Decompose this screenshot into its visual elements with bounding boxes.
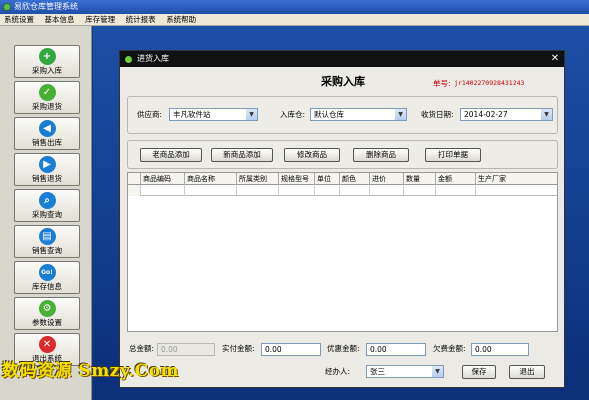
warehouse-select[interactable]: 默认仓库 ▼ bbox=[310, 108, 407, 121]
menu-item-help[interactable]: 系统帮助 bbox=[162, 14, 200, 26]
discount-amount-field[interactable]: 0.00 bbox=[366, 343, 426, 356]
table-cell[interactable] bbox=[237, 185, 279, 196]
table-cell[interactable] bbox=[279, 185, 315, 196]
arrow-left-icon: ◀ bbox=[38, 120, 56, 137]
sidebar-sales-out-button[interactable]: ◀ 销售出库 bbox=[14, 117, 80, 150]
sidebar-sales-return-button[interactable]: ▶ 销售退货 bbox=[14, 153, 80, 186]
app-title-bar: 易欣仓库管理系统 bbox=[0, 0, 589, 14]
column-header[interactable]: 颜色 bbox=[340, 173, 370, 185]
table-cell[interactable] bbox=[370, 185, 404, 196]
plus-icon: + bbox=[38, 48, 56, 65]
exit-button[interactable]: 退出 bbox=[509, 365, 545, 379]
discount-amount-label: 优惠金额: bbox=[327, 344, 360, 353]
paid-amount-label: 实付金额: bbox=[222, 344, 255, 353]
sidebar: + 采购入库 ✓ 采购退货 ◀ 销售出库 ▶ 销售退货 ⌕ 采购查询 ▤ 销售查… bbox=[0, 26, 92, 400]
chevron-down-icon: ▼ bbox=[541, 109, 552, 120]
owed-amount-label: 欠费金额: bbox=[433, 344, 466, 353]
menu-bar: 系统设置 基本信息 库存管理 统计报表 系统帮助 bbox=[0, 14, 589, 26]
gear-icon: ⚙ bbox=[38, 300, 56, 317]
edit-product-button[interactable]: 修改商品 bbox=[284, 148, 340, 162]
menu-item-reports[interactable]: 统计报表 bbox=[122, 14, 160, 26]
sidebar-sales-query-button[interactable]: ▤ 销售查询 bbox=[14, 225, 80, 258]
menu-item-basic-info[interactable]: 基本信息 bbox=[41, 14, 79, 26]
document-icon: ▤ bbox=[38, 228, 56, 245]
dialog-close-icon[interactable]: ✕ bbox=[549, 53, 561, 65]
row-header bbox=[128, 185, 141, 196]
supplier-label: 供应商: bbox=[137, 110, 163, 119]
column-header[interactable]: 金额 bbox=[436, 173, 476, 185]
watermark: 数码资源 Smzy.Com bbox=[2, 361, 180, 381]
supplier-select[interactable]: 丰凡软件站 ▼ bbox=[169, 108, 258, 121]
order-number: jr1402270928431243 bbox=[454, 79, 525, 87]
dialog-title: 进货入库 bbox=[137, 54, 169, 63]
header-fields-group: 供应商: 丰凡软件站 ▼ 入库仓: 默认仓库 ▼ 收货日期: 2014-02-2… bbox=[127, 96, 558, 134]
dialog-logo-icon bbox=[125, 56, 132, 63]
column-header[interactable]: 单位 bbox=[315, 173, 340, 185]
sidebar-purchase-in-button[interactable]: + 采购入库 bbox=[14, 45, 80, 78]
table-cell[interactable] bbox=[476, 185, 559, 196]
chevron-down-icon: ▼ bbox=[395, 109, 406, 120]
app-title: 易欣仓库管理系统 bbox=[14, 2, 78, 11]
sidebar-settings-button[interactable]: ⚙ 参数设置 bbox=[14, 297, 80, 330]
receive-date-label: 收货日期: bbox=[421, 110, 454, 119]
table-cell[interactable] bbox=[436, 185, 476, 196]
handler-label: 经办人: bbox=[325, 367, 351, 376]
delete-product-button[interactable]: 删除商品 bbox=[353, 148, 409, 162]
actions-group: 老商品添加 新商品添加 修改商品 删除商品 打印单据 bbox=[127, 140, 558, 169]
column-header[interactable]: 数量 bbox=[404, 173, 436, 185]
add-old-product-button[interactable]: 老商品添加 bbox=[140, 148, 202, 162]
table-header: 商品编码 商品名称 所属类别 规格型号 单位 颜色 进价 数量 金额 生产厂家 bbox=[128, 173, 557, 185]
table-cell[interactable] bbox=[340, 185, 370, 196]
handler-select[interactable]: 张三 ▼ bbox=[366, 365, 444, 378]
check-icon: ✓ bbox=[38, 84, 56, 101]
product-table[interactable]: 商品编码 商品名称 所属类别 规格型号 单位 颜色 进价 数量 金额 生产厂家 bbox=[127, 172, 558, 332]
close-icon: ✕ bbox=[38, 336, 56, 353]
save-button[interactable]: 保存 bbox=[462, 365, 496, 379]
table-row[interactable] bbox=[128, 185, 557, 196]
add-new-product-button[interactable]: 新商品添加 bbox=[211, 148, 273, 162]
purchase-dialog: 进货入库 ✕ 采购入库 单号: jr1402270928431243 供应商: … bbox=[119, 50, 565, 388]
chevron-down-icon: ▼ bbox=[432, 366, 443, 377]
sidebar-purchase-return-button[interactable]: ✓ 采购退货 bbox=[14, 81, 80, 114]
sidebar-stock-info-button[interactable]: Go! 库存信息 bbox=[14, 261, 80, 294]
owed-amount-field[interactable]: 0.00 bbox=[471, 343, 529, 356]
print-button[interactable]: 打印单据 bbox=[425, 148, 481, 162]
dialog-title-bar: 进货入库 ✕ bbox=[120, 51, 564, 67]
column-header[interactable]: 商品编码 bbox=[141, 173, 185, 185]
column-header[interactable]: 进价 bbox=[370, 173, 404, 185]
chevron-down-icon: ▼ bbox=[246, 109, 257, 120]
play-icon: ▶ bbox=[38, 156, 56, 173]
go-icon: Go! bbox=[38, 264, 56, 281]
table-cell[interactable] bbox=[185, 185, 237, 196]
column-header[interactable]: 所属类别 bbox=[237, 173, 279, 185]
search-icon: ⌕ bbox=[38, 192, 56, 209]
table-cell[interactable] bbox=[404, 185, 436, 196]
order-number-label: 单号: bbox=[433, 79, 451, 88]
column-header[interactable]: 生产厂家 bbox=[476, 173, 559, 185]
row-header-corner bbox=[128, 173, 141, 185]
column-header[interactable]: 规格型号 bbox=[279, 173, 315, 185]
column-header[interactable]: 商品名称 bbox=[185, 173, 237, 185]
table-cell[interactable] bbox=[141, 185, 185, 196]
paid-amount-field[interactable]: 0.00 bbox=[261, 343, 321, 356]
total-amount-field: 0.00 bbox=[157, 343, 215, 356]
app-logo-icon bbox=[3, 3, 11, 11]
warehouse-label: 入库仓: bbox=[280, 110, 306, 119]
menu-item-inventory[interactable]: 库存管理 bbox=[81, 14, 119, 26]
table-cell[interactable] bbox=[315, 185, 340, 196]
total-amount-label: 总金额: bbox=[129, 344, 155, 353]
menu-item-system-settings[interactable]: 系统设置 bbox=[0, 14, 38, 26]
receive-date-picker[interactable]: 2014-02-27 ▼ bbox=[460, 108, 553, 121]
sidebar-purchase-query-button[interactable]: ⌕ 采购查询 bbox=[14, 189, 80, 222]
